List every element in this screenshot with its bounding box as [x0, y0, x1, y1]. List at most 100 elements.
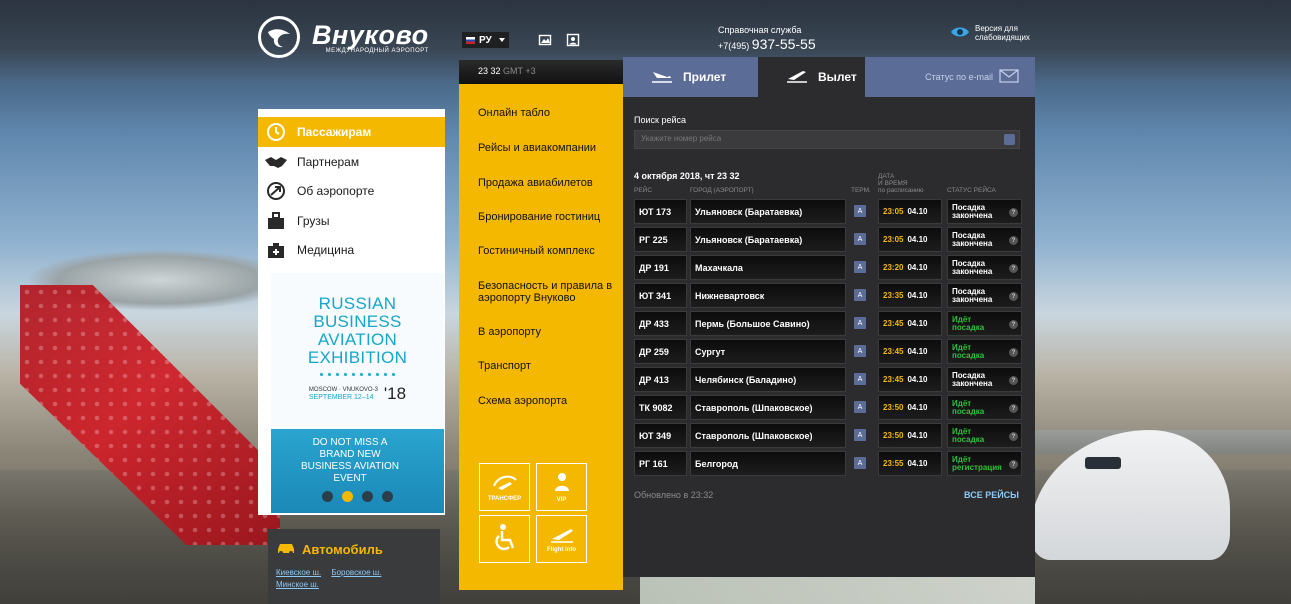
- menu-item-security[interactable]: Безопасность и правила в аэропорту Внуко…: [478, 280, 618, 304]
- russia-flag-icon: [466, 36, 475, 44]
- banner-dots-decoration: [271, 373, 444, 376]
- flight-city: Ставрополь (Шпаковское): [690, 395, 846, 420]
- terminal-badge: A: [854, 429, 866, 441]
- airport-map-preview: [640, 577, 1035, 604]
- all-flights-link[interactable]: ВСЕ РЕЙСЫ: [964, 490, 1019, 500]
- flight-row[interactable]: ДР 433 Пермь (Большое Савино) A 23:45 04.10 И…: [634, 311, 1023, 336]
- transfer-tile[interactable]: ТРАНСФЕР: [479, 463, 530, 511]
- flight-city: Махачкала: [690, 255, 846, 280]
- route-link[interactable]: Киевское ш.: [276, 568, 321, 577]
- vip-person-icon: [552, 471, 572, 495]
- question-icon[interactable]: ?: [1009, 292, 1018, 301]
- flight-row[interactable]: ЮТ 349 Ставрополь (Шпаковское) A 23:50 04.10…: [634, 423, 1023, 448]
- terminal-badge: A: [854, 233, 866, 245]
- flight-row[interactable]: ДР 259 Сургут A 23:45 04.10 Идёт посадка?: [634, 339, 1023, 364]
- flight-number: ДР 413: [634, 367, 687, 392]
- carousel-dot[interactable]: [322, 491, 333, 502]
- flight-info-tile[interactable]: Flight info: [536, 515, 587, 563]
- question-icon[interactable]: ?: [1009, 404, 1018, 413]
- flight-search-input[interactable]: Укажите номер рейса: [634, 130, 1020, 149]
- image-icon[interactable]: [538, 33, 552, 47]
- transfer-icon: [490, 472, 520, 494]
- question-icon[interactable]: ?: [1009, 432, 1018, 441]
- menu-item-in-airport[interactable]: В аэропорту: [478, 326, 618, 338]
- terminal-badge: A: [854, 289, 866, 301]
- flight-row[interactable]: РГ 225 Ульяновск (Баратаевка) A 23:05 04.10 П…: [634, 227, 1023, 252]
- menu-item-online-board[interactable]: Онлайн табло: [478, 107, 618, 119]
- flight-row[interactable]: ЮТ 173 Ульяновск (Баратаевка) A 23:05 04.10 П…: [634, 199, 1023, 224]
- accessibility-tile[interactable]: [479, 515, 530, 563]
- site-logo[interactable]: Внуково МЕЖДУНАРОДНЫЙ АЭРОПОРТ: [258, 16, 429, 58]
- vip-tile[interactable]: VIP: [536, 463, 587, 511]
- background-plane-tail: [20, 285, 280, 545]
- flight-city: Ульяновск (Баратаевка): [690, 199, 846, 224]
- carousel-dot-active[interactable]: [342, 491, 353, 502]
- help-label: Справочная служба: [718, 25, 802, 35]
- person-card-icon[interactable]: [566, 33, 580, 47]
- question-icon[interactable]: ?: [1009, 236, 1018, 245]
- handshake-icon: [264, 151, 288, 173]
- menu-item-flights-airlines[interactable]: Рейсы и авиакомпании: [478, 142, 618, 154]
- col-header-status: СТАТУС РЕЙСА: [947, 187, 996, 194]
- logo-subtitle: МЕЖДУНАРОДНЫЙ АЭРОПОРТ: [325, 47, 429, 54]
- menu-item-hotel-complex[interactable]: Гостиничный комплекс: [478, 245, 618, 257]
- sidebar-item-medicine[interactable]: Медицина: [258, 236, 445, 266]
- sidebar-item-passengers[interactable]: Пассажирам: [258, 117, 445, 147]
- tab-departures[interactable]: Вылет: [758, 57, 865, 97]
- flight-number: ЮТ 349: [634, 423, 687, 448]
- flight-row[interactable]: ДР 413 Челябинск (Баладино) A 23:45 04.10 Пос…: [634, 367, 1023, 392]
- wheelchair-icon: [492, 523, 518, 555]
- flight-time: 23:50 04.10: [878, 395, 942, 420]
- carousel-dot[interactable]: [362, 491, 373, 502]
- flight-city: Пермь (Большое Савино): [690, 311, 846, 336]
- flight-row[interactable]: ДР 191 Махачкала A 23:20 04.10 Посадка законче…: [634, 255, 1023, 280]
- sidebar-item-about[interactable]: Об аэропорте: [258, 177, 445, 207]
- flight-row[interactable]: ЮТ 341 Нижневартовск A 23:35 04.10 Посадка зак…: [634, 283, 1023, 308]
- menu-item-transport[interactable]: Транспорт: [478, 360, 618, 372]
- flight-time: 23:45 04.10: [878, 311, 942, 336]
- chevron-down-icon: [499, 38, 505, 42]
- flight-row[interactable]: ТК 9082 Ставрополь (Шпаковское) A 23:50 04.1…: [634, 395, 1023, 420]
- question-icon[interactable]: ?: [1009, 348, 1018, 357]
- search-icon[interactable]: [1004, 134, 1015, 145]
- email-status-link[interactable]: Статус по e-mail: [865, 57, 1035, 97]
- flight-number: ДР 259: [634, 339, 687, 364]
- eye-icon: [950, 26, 970, 40]
- menu-item-hotel-booking[interactable]: Бронирование гостиниц: [478, 211, 618, 223]
- logo-name: Внуково: [312, 19, 429, 50]
- flight-status: Идёт посадка?: [947, 339, 1022, 364]
- question-icon[interactable]: ?: [1009, 208, 1018, 217]
- question-icon[interactable]: ?: [1009, 264, 1018, 273]
- carousel-dot[interactable]: [382, 491, 393, 502]
- flight-time: 23:45 04.10: [878, 367, 942, 392]
- background-plane-tail-pattern: [20, 285, 280, 545]
- route-link[interactable]: Боровское ш.: [331, 568, 381, 577]
- help-phone[interactable]: +7(495) 937-55-55: [718, 36, 816, 52]
- sidebar-item-cargo[interactable]: Грузы: [258, 206, 445, 236]
- question-icon[interactable]: ?: [1009, 460, 1018, 469]
- sidebar-item-partners[interactable]: Партнерам: [258, 147, 445, 177]
- route-link[interactable]: Минское ш.: [276, 580, 319, 589]
- flight-row[interactable]: РГ 161 Белгород A 23:55 04.10 Идёт регистрация…: [634, 451, 1023, 476]
- plane-takeoff-icon: [786, 69, 808, 86]
- flight-number: ДР 433: [634, 311, 687, 336]
- search-label: Поиск рейса: [634, 115, 686, 125]
- flight-status: Посадка закончена?: [947, 283, 1022, 308]
- tab-arrivals[interactable]: Прилет: [623, 57, 758, 97]
- background-tower: [30, 250, 290, 310]
- car-route-links: Киевское ш. Боровское ш. Минское ш.: [276, 567, 432, 591]
- flight-status: Посадка закончена?: [947, 255, 1022, 280]
- flight-city: Нижневартовск: [690, 283, 846, 308]
- accessible-version-link[interactable]: Версия для слабовидящих: [950, 24, 1030, 42]
- question-icon[interactable]: ?: [1009, 320, 1018, 329]
- flight-status: Идёт посадка?: [947, 311, 1022, 336]
- language-select[interactable]: РУ: [462, 32, 509, 48]
- flight-status: Посадка закончена?: [947, 227, 1022, 252]
- flight-board: Прилет Вылет Статус по e-mail Поиск рейс…: [623, 57, 1035, 577]
- exhibition-banner[interactable]: RUSSIAN BUSINESS AVIATION EXHIBITION MOS…: [271, 273, 444, 513]
- menu-item-airport-map[interactable]: Схема аэропорта: [478, 395, 618, 407]
- updated-time: Обновлено в 23:32: [634, 490, 714, 500]
- flight-city: Ставрополь (Шпаковское): [690, 423, 846, 448]
- menu-item-tickets[interactable]: Продажа авиабилетов: [478, 177, 618, 189]
- question-icon[interactable]: ?: [1009, 376, 1018, 385]
